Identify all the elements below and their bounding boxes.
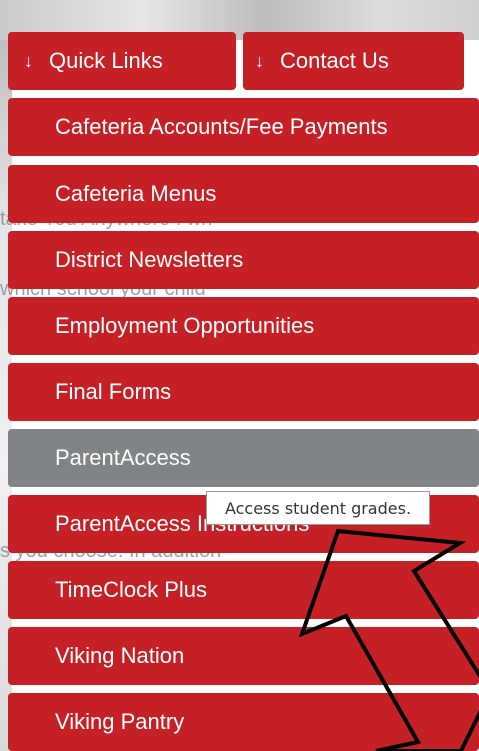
- menu-item-label: ParentAccess: [55, 445, 191, 470]
- menu-item-label: Employment Opportunities: [55, 313, 315, 338]
- menu-item-cafeteria-menus[interactable]: Cafeteria Menus: [8, 165, 479, 223]
- menu-item-district-newsletters[interactable]: District Newsletters: [8, 231, 479, 289]
- menu-item-label: Cafeteria Menus: [55, 181, 217, 206]
- contact-us-label: Contact Us: [280, 48, 389, 73]
- arrow-down-icon: ↓: [255, 50, 264, 71]
- contact-us-button[interactable]: ↓ Contact Us: [243, 32, 464, 90]
- menu-item-viking-pantry[interactable]: Viking Pantry: [8, 693, 479, 751]
- menu-item-parentaccess[interactable]: ParentAccess: [8, 429, 479, 487]
- menu-item-final-forms[interactable]: Final Forms: [8, 363, 479, 421]
- quick-links-label: Quick Links: [49, 48, 163, 73]
- menu-item-label: Final Forms: [55, 379, 172, 404]
- arrow-down-icon: ↓: [24, 50, 33, 71]
- quick-links-button[interactable]: ↓ Quick Links: [8, 32, 236, 90]
- menu-item-viking-nation[interactable]: Viking Nation: [8, 627, 479, 685]
- menu-item-label: Viking Pantry: [55, 709, 185, 734]
- menu-item-label: Cafeteria Accounts/Fee Payments: [55, 114, 388, 139]
- menu-item-label: Viking Nation: [55, 643, 185, 668]
- menu-item-label: TimeClock Plus: [55, 577, 207, 602]
- menu-item-label: District Newsletters: [55, 247, 244, 272]
- menu-item-employment-opportunities[interactable]: Employment Opportunities: [8, 297, 479, 355]
- menu-item-timeclock-plus[interactable]: TimeClock Plus: [8, 561, 479, 619]
- tooltip-text: Access student grades.: [224, 498, 412, 518]
- tooltip: Access student grades.: [206, 491, 430, 525]
- menu-item-cafeteria-accounts[interactable]: Cafeteria Accounts/Fee Payments: [8, 98, 479, 156]
